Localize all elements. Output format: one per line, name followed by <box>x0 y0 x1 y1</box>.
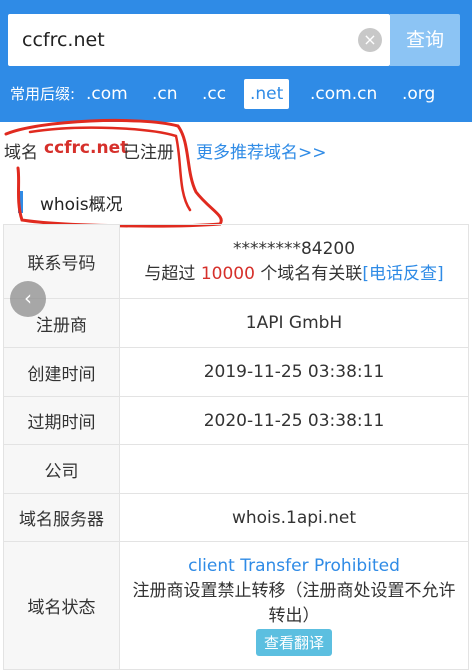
registration-status: 域名 ccfrc.net 已注册 更多推荐域名>> <box>0 134 472 164</box>
phone-related: 与超过 10000 个域名有关联[电话反查] <box>120 259 468 284</box>
status-label: 域名状态 <box>3 541 120 670</box>
phone-related-count: 10000 <box>200 264 255 284</box>
phone-related-suffix: 个域名有关联 <box>260 264 363 284</box>
title-accent-bar <box>18 191 23 213</box>
nameserver-value: whois.1api.net <box>119 493 469 542</box>
phone-cell: ********84200 与超过 10000 个域名有关联[电话反查] <box>119 224 469 299</box>
suffix-com-cn[interactable]: .com.cn <box>304 79 383 109</box>
nameserver-label: 域名服务器 <box>3 493 120 542</box>
table-row: 域名服务器 whois.1api.net <box>3 493 469 542</box>
clear-icon[interactable]: × <box>358 28 382 52</box>
suffix-cc[interactable]: .cc <box>196 79 232 109</box>
table-row: 联系号码 ********84200 与超过 10000 个域名有关联[电话反查… <box>3 224 469 299</box>
expires-label: 过期时间 <box>3 396 120 445</box>
created-label: 创建时间 <box>3 347 120 397</box>
expires-value: 2020-11-25 03:38:11 <box>119 396 469 445</box>
table-row: 域名状态 client Transfer Prohibited 注册商设置禁止转… <box>3 541 469 670</box>
status-code: client Transfer Prohibited <box>188 555 400 576</box>
suffix-com[interactable]: .com <box>80 79 134 109</box>
search-input[interactable] <box>22 24 342 56</box>
company-value <box>119 444 469 494</box>
suffix-label: 常用后缀: <box>10 85 76 103</box>
phone-reverse-link[interactable]: [电话反查] <box>362 264 443 284</box>
created-value: 2019-11-25 03:38:11 <box>119 347 469 397</box>
more-domains-link[interactable]: 更多推荐域名>> <box>196 138 327 163</box>
search-box: × <box>8 14 390 66</box>
query-button[interactable]: 查询 <box>390 14 460 66</box>
status-description: 注册商设置禁止转移（注册商处设置不允许转出） <box>132 580 456 626</box>
status-cell: client Transfer Prohibited 注册商设置禁止转移（注册商… <box>119 541 469 670</box>
section-title-text: whois概况 <box>40 195 123 215</box>
suffix-org[interactable]: .org <box>396 79 441 109</box>
table-row: 过期时间 2020-11-25 03:38:11 <box>3 396 469 445</box>
section-title: whois概况 <box>18 188 318 216</box>
back-arrow-icon[interactable]: ‹ <box>10 281 46 317</box>
registrar-value: 1API GmbH <box>119 298 469 348</box>
suffix-net[interactable]: .net <box>244 79 290 109</box>
company-label: 公司 <box>3 444 120 494</box>
registration-prefix: 域名 <box>4 143 38 163</box>
table-row: 创建时间 2019-11-25 03:38:11 <box>3 347 469 397</box>
suffix-cn[interactable]: .cn <box>146 79 184 109</box>
phone-related-prefix: 与超过 <box>144 264 196 284</box>
search-header: × 查询 常用后缀: .com .cn .cc .net .com.cn .or… <box>0 0 472 122</box>
whois-table: 联系号码 ********84200 与超过 10000 个域名有关联[电话反查… <box>3 224 469 670</box>
registration-suffix: 已注册 <box>123 143 174 163</box>
table-row: 公司 <box>3 444 469 494</box>
translate-button[interactable]: 查看翻译 <box>255 628 332 656</box>
table-row: 注册商 1API GmbH <box>3 298 469 348</box>
registered-domain: ccfrc.net <box>44 138 129 158</box>
suffix-row: 常用后缀: .com .cn .cc .net .com.cn .org <box>0 76 472 112</box>
phone-masked: ********84200 <box>232 239 356 259</box>
